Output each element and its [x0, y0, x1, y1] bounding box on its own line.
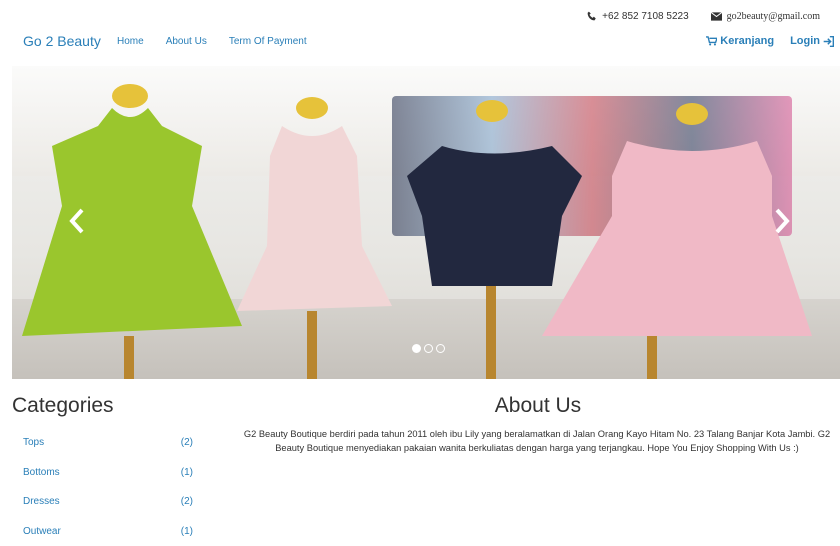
carousel-indicator[interactable] [436, 344, 445, 353]
carousel-indicator[interactable] [424, 344, 433, 353]
category-count: (1) [181, 467, 193, 478]
contact-phone: +62 852 7108 5223 [587, 11, 688, 22]
category-count: (1) [181, 526, 193, 537]
category-count: (2) [181, 496, 193, 507]
envelope-icon [711, 12, 722, 21]
carousel-next-control[interactable] [772, 206, 792, 236]
brand-link[interactable]: Go 2 Beauty [23, 33, 101, 49]
carousel-prev-control[interactable] [67, 206, 87, 236]
category-item-dresses[interactable]: Dresses (2) [12, 487, 198, 517]
login-icon [823, 36, 834, 47]
category-count: (2) [181, 437, 193, 448]
category-label: Outwear [23, 526, 61, 537]
nav-home[interactable]: Home [117, 36, 144, 47]
categories-title: Categories [12, 394, 114, 418]
email-address: go2beauty@gmail.com [727, 11, 820, 22]
cart-icon [706, 36, 717, 46]
login-link[interactable]: Login [790, 35, 837, 47]
category-label: Bottoms [23, 467, 60, 478]
category-item-tops[interactable]: Tops (2) [12, 428, 198, 458]
nav-links: Home About Us Term Of Payment [117, 36, 329, 47]
cart-label: Keranjang [720, 35, 774, 47]
about-title: About Us [236, 394, 840, 418]
nav-about-us[interactable]: About Us [166, 36, 207, 47]
nav-term-of-payment[interactable]: Term Of Payment [229, 36, 307, 47]
about-paragraph: G2 Beauty Boutique berdiri pada tahun 20… [234, 428, 840, 455]
contact-email: go2beauty@gmail.com [711, 11, 820, 22]
hero-carousel [12, 66, 840, 379]
phone-icon [587, 11, 597, 21]
nav-right: Keranjang Login [703, 35, 837, 47]
contact-bar: +62 852 7108 5223 go2beauty@gmail.com [587, 9, 820, 23]
carousel-indicator[interactable] [412, 344, 421, 353]
cart-link[interactable]: Keranjang [703, 35, 774, 47]
navbar: Go 2 Beauty Home About Us Term Of Paymen… [0, 30, 840, 52]
phone-number: +62 852 7108 5223 [602, 11, 688, 22]
mannequins-image [12, 66, 840, 379]
login-label: Login [790, 35, 820, 47]
carousel-indicators [412, 344, 448, 353]
category-label: Tops [23, 437, 44, 448]
chevron-right-icon [772, 206, 792, 236]
category-label: Dresses [23, 496, 60, 507]
category-item-bottoms[interactable]: Bottoms (1) [12, 458, 198, 488]
category-item-outwear[interactable]: Outwear (1) [12, 517, 198, 546]
chevron-left-icon [67, 206, 87, 236]
categories-list: Tops (2) Bottoms (1) Dresses (2) Outwear… [12, 428, 198, 546]
